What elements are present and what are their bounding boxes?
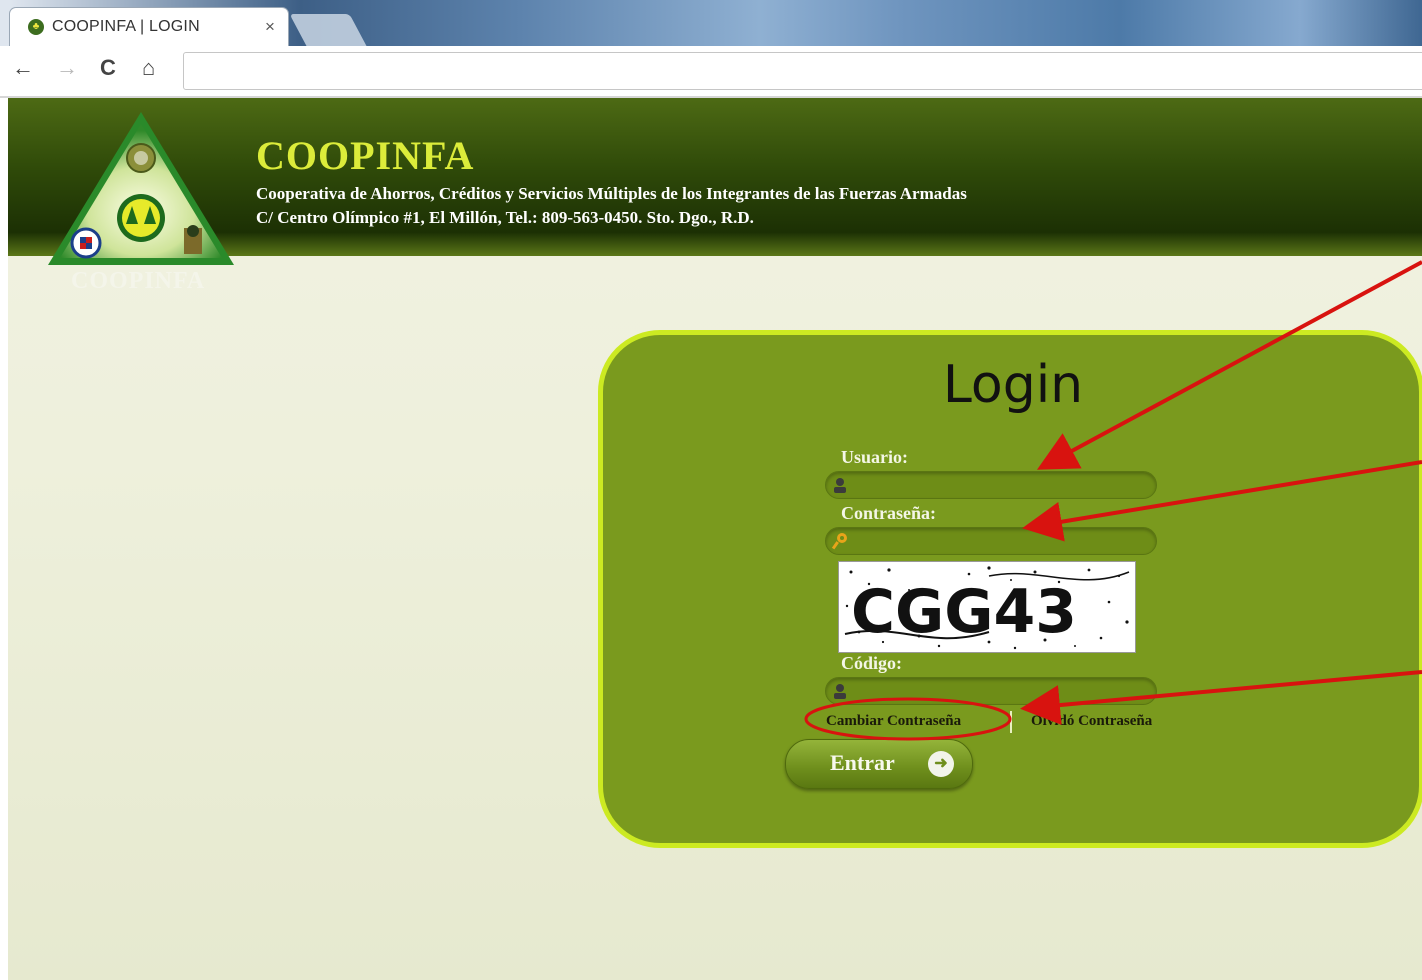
user-icon [834,684,846,699]
tab-title: COOPINFA | LOGIN [52,18,200,35]
password-input[interactable] [854,531,1148,553]
entrar-button[interactable]: Entrar ➜ [785,739,973,789]
username-field[interactable] [825,471,1157,499]
link-separator [1010,711,1012,733]
logo-wordmark: COOPINFA [71,268,206,294]
entrar-label: Entrar [830,750,895,775]
reload-icon[interactable]: C [100,55,116,81]
username-label: Usuario: [841,447,908,467]
code-field[interactable] [825,677,1157,705]
back-icon[interactable]: ← [12,55,34,81]
password-field[interactable] [825,527,1157,555]
arrow-right-icon: ➜ [928,751,954,777]
forgot-password-link[interactable]: Olvidó Contraseña [1031,713,1152,730]
page-content: COOPINFA Cooperativa de Ahorros, Crédito… [8,98,1422,980]
captcha-noise: CGG43 [844,566,1130,650]
home-icon[interactable]: ⌂ [142,55,155,81]
username-input[interactable] [854,475,1148,497]
code-label: Código: [841,653,903,673]
tab-strip: ♣ COOPINFA | LOGIN × [0,0,1422,46]
forward-icon[interactable]: → [56,55,78,81]
site-subtitle: Cooperativa de Ahorros, Créditos y Servi… [256,184,967,203]
site-title: COOPINFA [256,133,475,178]
captcha-image: CGG43 [838,561,1136,653]
code-input[interactable] [854,681,1148,703]
browser-tab[interactable]: ♣ COOPINFA | LOGIN × [10,8,288,46]
close-tab-icon[interactable]: × [265,17,275,37]
login-panel: Login Usuario: Contraseña: CGG43 Código:… [598,330,1422,848]
login-title: Login [942,355,1084,415]
browser-toolbar: ← → C ⌂ [0,46,1422,98]
site-address: C/ Centro Olímpico #1, El Millón, Tel.: … [256,208,754,227]
key-icon [831,533,847,550]
password-label: Contraseña: [841,503,936,523]
user-icon [834,478,846,493]
captcha-text: CGG43 [851,577,1077,647]
favicon-icon: ♣ [28,19,44,35]
address-bar[interactable] [183,52,1422,90]
change-password-link[interactable]: Cambiar Contraseña [826,713,961,730]
coopinfa-logo [48,112,234,265]
new-tab-button[interactable] [289,14,367,46]
browser-chrome: ♣ COOPINFA | LOGIN × ← → C ⌂ [0,0,1422,98]
